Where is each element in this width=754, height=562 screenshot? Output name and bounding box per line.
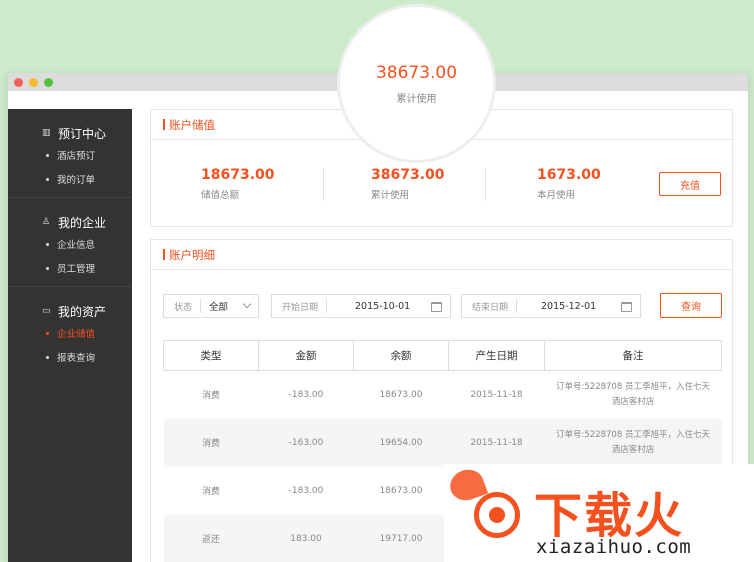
minimize-window-button[interactable] bbox=[29, 78, 38, 87]
end-date-field[interactable]: 结束日期 2015-12-01 bbox=[461, 294, 641, 318]
building-icon: ▥ bbox=[42, 128, 51, 138]
cell-balance: 18673.00 bbox=[379, 485, 423, 496]
stat-total: 18673.00 储值总额 bbox=[161, 167, 323, 201]
filter-bar: 状态 全部 开始日期 2015-10-01 结束日期 2015-12-01 查询 bbox=[151, 270, 732, 336]
column-header-note[interactable]: 备注 bbox=[544, 340, 722, 371]
panel-header: 账户明细 bbox=[151, 240, 732, 270]
bullet-icon bbox=[46, 242, 49, 246]
header-bar bbox=[163, 119, 165, 130]
start-date-field[interactable]: 开始日期 2015-10-01 bbox=[271, 294, 451, 318]
panel-title: 账户储值 bbox=[169, 117, 215, 132]
wallet-icon: ▭ bbox=[42, 306, 51, 316]
calendar-icon bbox=[431, 302, 442, 312]
close-window-button[interactable] bbox=[14, 78, 23, 87]
sidebar-item-report-query[interactable]: 报表查询 bbox=[8, 345, 132, 369]
sidebar-item-my-orders[interactable]: 我的订单 bbox=[8, 167, 132, 191]
cell-amount: -183.00 bbox=[288, 485, 324, 496]
watermark: 下载火 xiazaihuo.com bbox=[444, 464, 754, 562]
cell-amount: 183.00 bbox=[258, 514, 354, 562]
table-header-row: 类型 金额 余额 产生日期 备注 bbox=[163, 340, 722, 371]
cell-balance: 19717.00 bbox=[353, 514, 449, 562]
stat-label: 本月使用 bbox=[537, 190, 576, 201]
bullet-icon bbox=[46, 177, 49, 181]
maximize-window-button[interactable] bbox=[44, 78, 53, 87]
sidebar-group-title: ♙ 我的企业 bbox=[42, 215, 107, 230]
cell-type: 消费 bbox=[201, 487, 220, 497]
cell-date: 2015-11-18 bbox=[470, 389, 523, 400]
chevron-down-icon bbox=[242, 299, 252, 309]
user-icon: ♙ bbox=[42, 217, 51, 227]
cell-balance: 18673.00 bbox=[379, 389, 423, 400]
cell-balance: 19654.00 bbox=[353, 418, 449, 467]
stat-value: 18673.00 bbox=[201, 167, 275, 183]
cell-note: 订单号:5228708 员工李旭平，入住七天酒店客村店 bbox=[556, 381, 710, 407]
recharge-button[interactable]: 充值 bbox=[659, 172, 721, 196]
stat-label: 储值总额 bbox=[201, 190, 240, 201]
cell-amount: -163.00 bbox=[258, 418, 354, 467]
sidebar-item-staff-management[interactable]: 员工管理 bbox=[8, 256, 132, 280]
stat-used: 38673.00 累计使用 bbox=[323, 167, 485, 201]
cumulative-usage-bubble: 38673.00 累计使用 bbox=[340, 7, 493, 160]
panel-title: 账户明细 bbox=[169, 247, 215, 262]
stat-label: 累计使用 bbox=[371, 190, 410, 201]
query-button[interactable]: 查询 bbox=[660, 293, 722, 318]
sidebar-item-stored-value[interactable]: 企业储值 bbox=[8, 321, 132, 345]
status-select[interactable]: 状态 全部 bbox=[163, 294, 259, 318]
column-header-balance[interactable]: 余额 bbox=[353, 340, 449, 371]
sidebar-group-enterprise: ♙ 我的企业 企业信息 员工管理 bbox=[8, 198, 132, 287]
bullet-icon bbox=[46, 331, 49, 335]
header-bar bbox=[163, 249, 165, 260]
stat-month: 1673.00 本月使用 bbox=[485, 167, 647, 201]
bullet-icon bbox=[46, 153, 49, 157]
watermark-url: xiazaihuo.com bbox=[536, 536, 692, 558]
download-logo-icon bbox=[474, 492, 520, 538]
stat-value: 1673.00 bbox=[537, 167, 601, 183]
sidebar-group-title: ▥ 预订中心 bbox=[42, 126, 107, 141]
sidebar-group-assets: ▭ 我的资产 企业储值 报表查询 bbox=[8, 287, 132, 375]
sidebar-group-booking: ▥ 预订中心 酒店预订 我的订单 bbox=[8, 109, 132, 198]
calendar-icon bbox=[621, 302, 632, 312]
stat-value: 38673.00 bbox=[371, 167, 445, 183]
cell-type: 消费 bbox=[163, 418, 259, 467]
cell-date: 2015-11-18 bbox=[448, 418, 545, 467]
cell-amount: -183.00 bbox=[288, 389, 324, 400]
sidebar-item-company-info[interactable]: 企业信息 bbox=[8, 232, 132, 256]
column-header-date[interactable]: 产生日期 bbox=[448, 340, 545, 371]
cell-type: 返还 bbox=[163, 514, 259, 562]
column-header-type[interactable]: 类型 bbox=[163, 340, 259, 371]
sidebar-group-title: ▭ 我的资产 bbox=[42, 304, 107, 319]
bubble-value: 38673.00 bbox=[375, 62, 458, 83]
cell-type: 消费 bbox=[201, 391, 220, 402]
bubble-label: 累计使用 bbox=[396, 93, 437, 105]
table-row[interactable]: 消费 -163.00 19654.00 2015-11-18 订单号:52287… bbox=[163, 418, 722, 467]
cell-note: 订单号:5228708 员工李旭平，入住七天酒店客村店 bbox=[544, 418, 722, 467]
sidebar-item-hotel-booking[interactable]: 酒店预订 bbox=[8, 143, 132, 167]
column-header-amount[interactable]: 金额 bbox=[258, 340, 354, 371]
bullet-icon bbox=[46, 355, 49, 359]
bullet-icon bbox=[46, 266, 49, 270]
table-row[interactable]: 消费 -183.00 18673.00 2015-11-18 订单号:52287… bbox=[164, 371, 722, 419]
sidebar: ▥ 预订中心 酒店预订 我的订单 ♙ 我的企业 企业信息 员工管理 ▭ 我的资产… bbox=[8, 109, 132, 562]
